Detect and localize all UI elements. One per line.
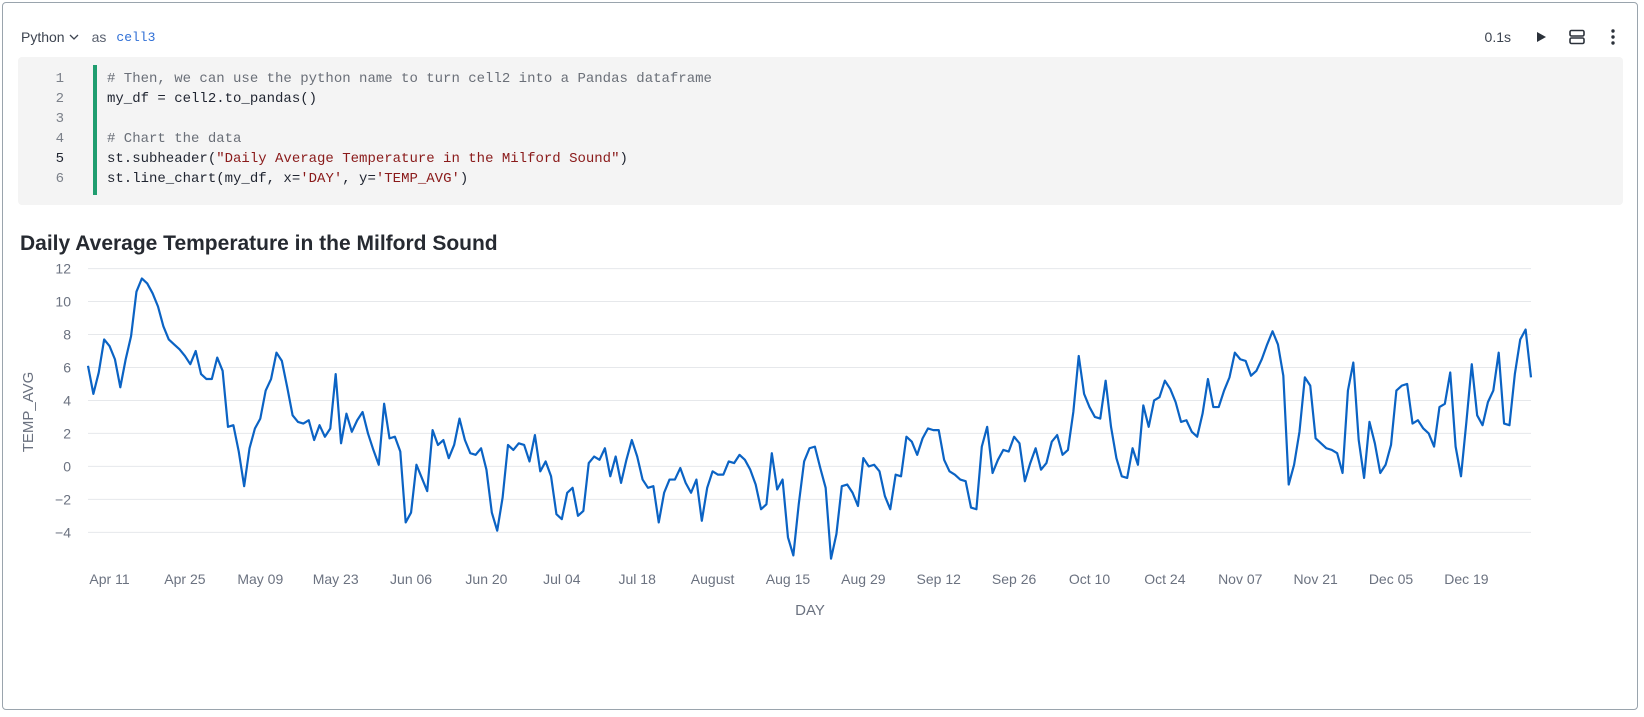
code-string: 'TEMP_AVG' — [375, 171, 460, 187]
y-axis-label: TEMP_AVG — [20, 372, 37, 453]
x-tick-label: Nov 07 — [1218, 571, 1263, 587]
chart-subheader: Daily Average Temperature in the Milford… — [20, 232, 498, 255]
code-token: , y= — [342, 171, 376, 187]
code-string: "Daily Average Temperature in the Milfor… — [216, 151, 620, 167]
x-tick-label: Apr 25 — [164, 571, 205, 587]
as-label: as — [91, 29, 107, 45]
code-token: st.line_chart(my_df, x= — [107, 171, 301, 187]
x-tick-label: Sep 12 — [917, 571, 962, 587]
y-tick-label: 0 — [63, 458, 71, 474]
layout-rows-icon — [1569, 29, 1585, 45]
x-tick-label: Oct 24 — [1144, 571, 1185, 587]
x-tick-label: Aug 29 — [841, 571, 886, 587]
x-tick-label: Nov 21 — [1293, 571, 1338, 587]
line-number: 1 — [55, 71, 64, 87]
output-toggle-button[interactable] — [1567, 27, 1587, 47]
run-time: 0.1s — [1484, 29, 1511, 45]
cell-status-bar — [93, 65, 97, 195]
line-number: 5 — [55, 151, 64, 167]
code-token: ) — [459, 171, 469, 187]
x-tick-label: Dec 19 — [1444, 571, 1489, 587]
x-tick-label: Dec 05 — [1369, 571, 1414, 587]
line-number: 4 — [55, 131, 64, 147]
y-tick-label: 8 — [63, 327, 71, 343]
line-number: 6 — [55, 171, 64, 187]
code-line-6: st.line_chart(my_df, x='DAY', y='TEMP_AV… — [107, 169, 712, 189]
line-number-gutter: 1 2 3 4 5 6 — [18, 69, 84, 189]
vertical-dots-icon — [1611, 29, 1615, 45]
code-token: ) — [619, 151, 628, 167]
temperature-series-line — [86, 277, 1533, 560]
play-icon — [1537, 32, 1546, 42]
x-tick-label: Oct 10 — [1069, 571, 1110, 587]
x-tick-label: May 23 — [313, 571, 359, 587]
x-tick-label: August — [691, 571, 735, 587]
line-number: 3 — [55, 111, 64, 127]
y-tick-label: 6 — [63, 359, 71, 375]
code-line-4: # Chart the data — [107, 131, 242, 147]
x-tick-label: Jun 20 — [465, 571, 507, 587]
y-tick-label: −2 — [55, 491, 71, 507]
run-button[interactable] — [1531, 27, 1551, 47]
code-line-2: my_df = cell2.to_pandas() — [107, 91, 318, 107]
code-string: 'DAY' — [300, 171, 343, 187]
more-options-button[interactable] — [1603, 27, 1623, 47]
chevron-down-icon — [69, 34, 79, 40]
x-tick-label: Jun 06 — [390, 571, 432, 587]
x-axis-label: DAY — [795, 602, 825, 619]
cell-header: Python as cell3 — [21, 27, 155, 47]
y-tick-label: 12 — [55, 262, 71, 277]
x-tick-label: Aug 15 — [766, 571, 811, 587]
y-tick-label: 10 — [55, 294, 71, 310]
x-tick-label: Jul 04 — [543, 571, 581, 587]
y-tick-label: −4 — [55, 524, 71, 540]
x-tick-label: Apr 11 — [89, 571, 129, 587]
line-chart[interactable]: −4 −2 0 2 4 6 8 10 12 Apr 11 Apr 25 May 09 May 23 Jun… — [0, 262, 1644, 642]
code-lines: # Then, we can use the python name to tu… — [107, 69, 712, 189]
x-tick-label: Sep 26 — [992, 571, 1037, 587]
x-tick-label: May 09 — [237, 571, 283, 587]
y-tick-label: 4 — [63, 392, 71, 408]
code-line-5: st.subheader("Daily Average Temperature … — [107, 149, 712, 169]
code-editor[interactable]: 1 2 3 4 5 6 # Then, we can use the pytho… — [18, 57, 1623, 205]
x-tick-label: Jul 18 — [619, 571, 657, 587]
language-selector[interactable]: Python — [21, 29, 80, 45]
y-tick-label: 2 — [63, 425, 71, 441]
cell-toolbar: 0.1s — [1485, 25, 1623, 49]
language-label: Python — [21, 29, 65, 45]
cell-name[interactable]: cell3 — [116, 30, 155, 45]
line-number: 2 — [55, 91, 64, 107]
code-line-1: # Then, we can use the python name to tu… — [107, 71, 712, 87]
code-token: st.subheader( — [107, 151, 217, 167]
